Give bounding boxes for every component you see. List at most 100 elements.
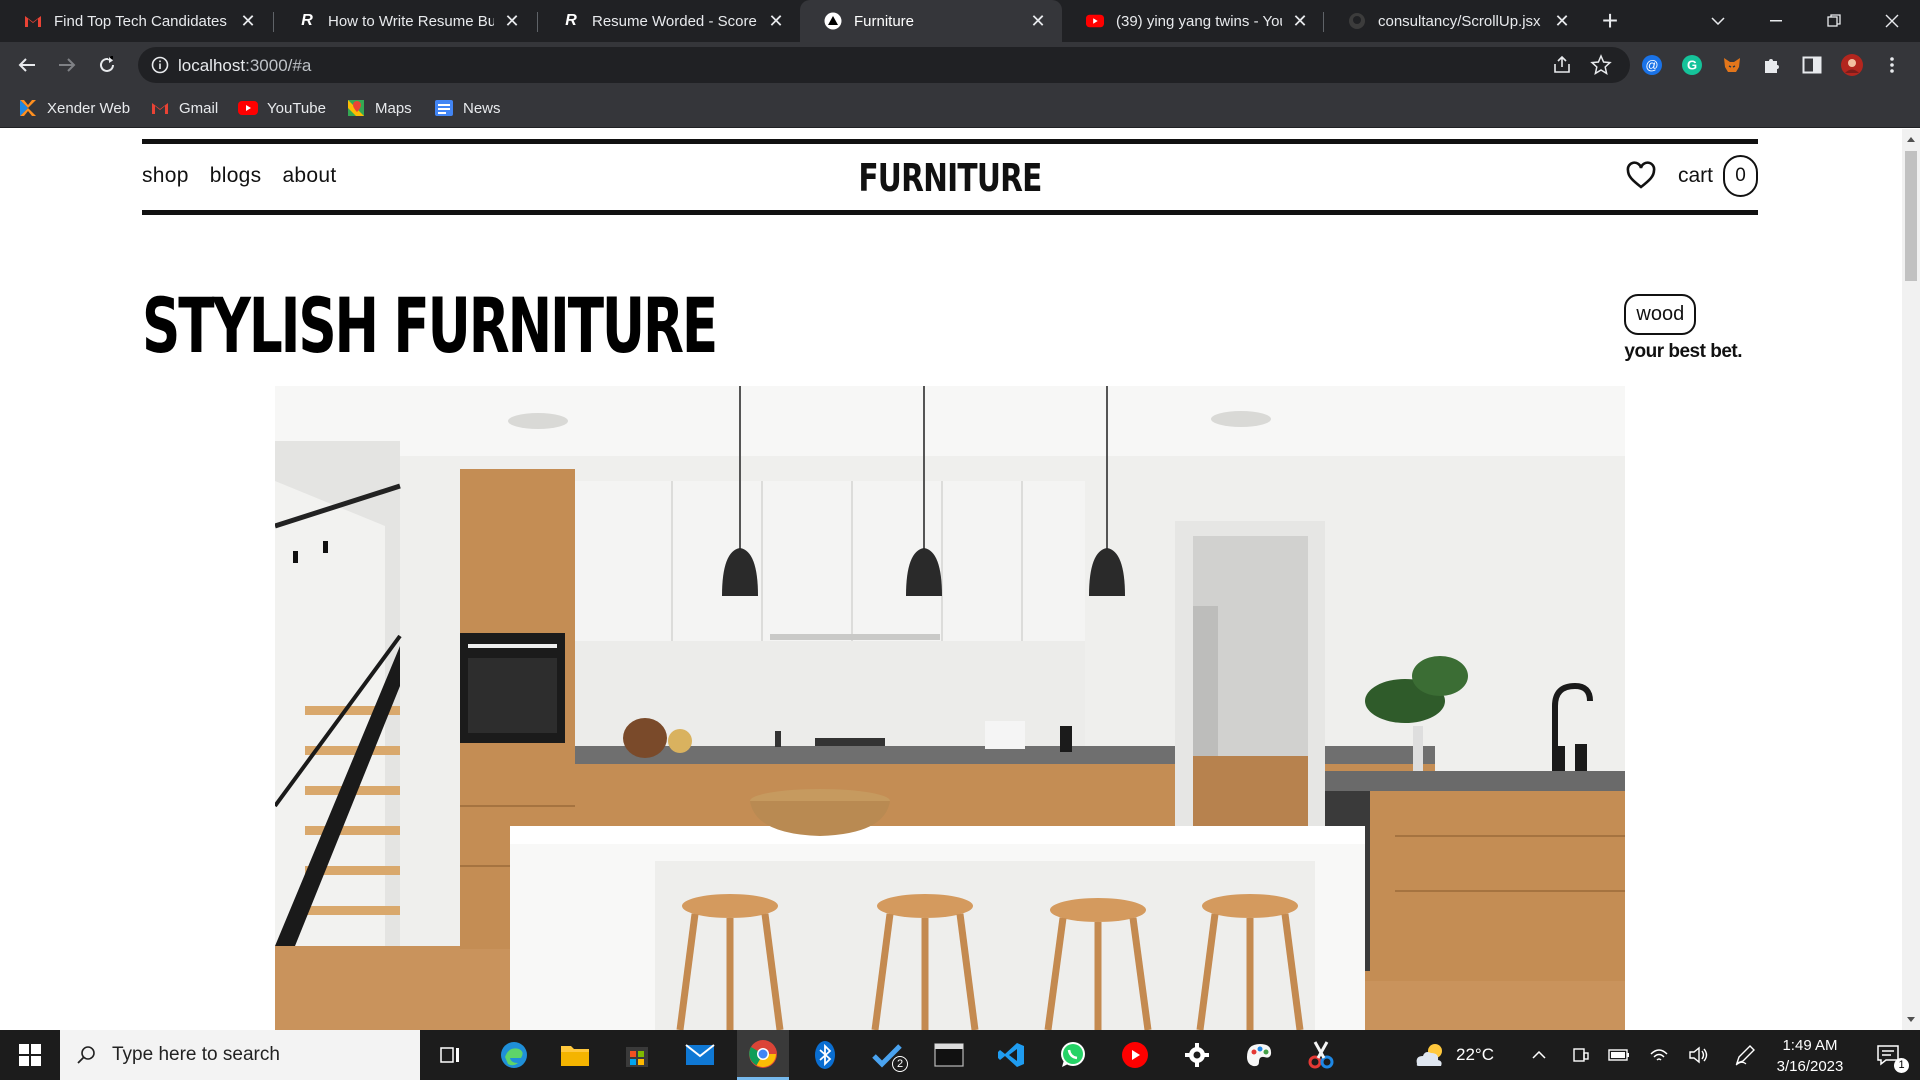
forward-button[interactable] bbox=[52, 50, 82, 80]
clock-date: 3/16/2023 bbox=[1776, 1058, 1844, 1075]
restore-button[interactable] bbox=[1806, 0, 1862, 42]
news-icon bbox=[434, 98, 454, 118]
pen-icon[interactable] bbox=[1732, 1030, 1758, 1080]
close-icon[interactable]: ✕ bbox=[1290, 11, 1310, 31]
edge-icon[interactable] bbox=[489, 1030, 539, 1080]
wood-tag[interactable]: wood bbox=[1624, 294, 1697, 335]
tray-chevron-up-icon[interactable] bbox=[1526, 1030, 1552, 1080]
resume-worded-icon: R bbox=[565, 12, 577, 29]
page-scrollbar[interactable] bbox=[1902, 129, 1920, 1030]
nav-link-blogs[interactable]: blogs bbox=[210, 164, 262, 188]
tab-search-chevron-icon[interactable] bbox=[1690, 0, 1746, 42]
bookmark-gmail[interactable]: Gmail bbox=[150, 96, 218, 120]
material-tag-block: wood your best bet. bbox=[1624, 294, 1742, 363]
notification-center-icon[interactable]: 1 bbox=[1864, 1030, 1912, 1080]
weather-temperature[interactable]: 22°C bbox=[1452, 1030, 1498, 1080]
metamask-icon[interactable] bbox=[1720, 53, 1744, 77]
scroll-down-arrow-icon[interactable] bbox=[1907, 1017, 1915, 1022]
cart-link[interactable]: cart bbox=[1678, 164, 1713, 188]
vscode-icon[interactable] bbox=[986, 1030, 1036, 1080]
close-icon[interactable]: ✕ bbox=[766, 11, 786, 31]
gmail-icon bbox=[24, 12, 42, 30]
whatsapp-icon[interactable] bbox=[1048, 1030, 1098, 1080]
device-icon[interactable] bbox=[1568, 1030, 1594, 1080]
tab-furniture[interactable]: Furniture ✕ bbox=[800, 0, 1062, 42]
bookmarks-bar: Xender Web Gmail YouTube Maps News bbox=[0, 88, 1920, 128]
tab-github[interactable]: consultancy/ScrollUp.jsx at ✕ bbox=[1324, 0, 1586, 42]
taskbar-search-box[interactable]: Type here to search bbox=[60, 1030, 420, 1080]
settings-gear-icon[interactable] bbox=[1172, 1030, 1222, 1080]
microsoft-store-icon[interactable] bbox=[612, 1030, 662, 1080]
bookmark-youtube[interactable]: YouTube bbox=[238, 96, 326, 120]
search-placeholder: Type here to search bbox=[112, 1044, 280, 1065]
file-explorer-icon[interactable] bbox=[550, 1030, 600, 1080]
bookmark-label: YouTube bbox=[267, 99, 326, 117]
extensions-puzzle-icon[interactable] bbox=[1760, 53, 1784, 77]
volume-icon[interactable] bbox=[1686, 1030, 1712, 1080]
nav-link-shop[interactable]: shop bbox=[142, 164, 189, 188]
bookmark-news[interactable]: News bbox=[434, 96, 501, 120]
url-host: localhost bbox=[178, 56, 246, 75]
grammarly-icon[interactable]: G bbox=[1680, 53, 1704, 77]
todo-icon[interactable]: 2 bbox=[862, 1030, 912, 1080]
paint-app-icon[interactable] bbox=[1234, 1030, 1284, 1080]
tab-title: Find Top Tech Candidates - bbox=[54, 12, 230, 30]
brand-logo[interactable]: FURNITURE bbox=[320, 156, 1580, 200]
weather-icon[interactable] bbox=[1410, 1030, 1450, 1080]
windows-logo-icon bbox=[19, 1044, 41, 1066]
scrollbar-thumb[interactable] bbox=[1905, 151, 1917, 281]
at-extension-icon[interactable]: @ bbox=[1640, 53, 1664, 77]
youtube-music-icon[interactable] bbox=[1110, 1030, 1160, 1080]
battery-icon[interactable] bbox=[1606, 1030, 1632, 1080]
wifi-icon[interactable] bbox=[1646, 1030, 1672, 1080]
github-icon bbox=[1348, 12, 1366, 30]
new-tab-button[interactable]: + bbox=[1597, 7, 1623, 35]
terminal-icon[interactable] bbox=[924, 1030, 974, 1080]
side-panel-icon[interactable] bbox=[1800, 53, 1824, 77]
clock-time: 1:49 AM bbox=[1782, 1037, 1838, 1054]
close-icon[interactable]: ✕ bbox=[1552, 11, 1572, 31]
close-icon[interactable]: ✕ bbox=[502, 11, 522, 31]
tab-title: (39) ying yang twins - YouT bbox=[1116, 12, 1282, 30]
scroll-up-arrow-icon[interactable] bbox=[1907, 137, 1915, 142]
snipping-tool-icon[interactable] bbox=[1296, 1030, 1346, 1080]
chrome-taskbar-icon[interactable] bbox=[737, 1030, 789, 1080]
tab-resume-bullets[interactable]: R How to Write Resume Bulle ✕ bbox=[274, 0, 536, 42]
task-view-icon[interactable] bbox=[425, 1030, 475, 1080]
bookmark-label: Maps bbox=[375, 99, 412, 117]
tag-caption: your best bet. bbox=[1624, 341, 1742, 362]
cart-count-badge[interactable]: 0 bbox=[1723, 155, 1758, 197]
minimize-button[interactable] bbox=[1748, 0, 1804, 42]
mail-icon[interactable] bbox=[675, 1030, 725, 1080]
back-button[interactable] bbox=[12, 50, 42, 80]
close-icon[interactable]: ✕ bbox=[238, 11, 258, 31]
tab-resume-worded[interactable]: R Resume Worded - Score My ✕ bbox=[538, 0, 800, 42]
tab-find-top-tech[interactable]: Find Top Tech Candidates - ✕ bbox=[0, 0, 272, 42]
share-icon[interactable] bbox=[1551, 54, 1573, 76]
close-icon[interactable]: ✕ bbox=[1028, 11, 1048, 31]
xender-icon bbox=[18, 98, 38, 118]
heart-icon[interactable] bbox=[1626, 161, 1656, 191]
start-button[interactable] bbox=[0, 1030, 60, 1080]
reload-button[interactable] bbox=[92, 50, 122, 80]
profile-avatar[interactable] bbox=[1840, 53, 1864, 77]
tab-title: How to Write Resume Bulle bbox=[328, 12, 494, 30]
tab-youtube[interactable]: (39) ying yang twins - YouT ✕ bbox=[1062, 0, 1324, 42]
bookmark-star-icon[interactable] bbox=[1590, 54, 1612, 76]
address-bar[interactable]: localhost:3000/#a bbox=[138, 47, 1630, 83]
hero-kitchen-image bbox=[275, 386, 1625, 1030]
hero-title: STYLISH FURNITURE bbox=[142, 281, 718, 370]
main-nav: shop blogs about bbox=[142, 164, 337, 188]
close-window-button[interactable] bbox=[1864, 0, 1920, 42]
bluetooth-icon[interactable] bbox=[800, 1030, 850, 1080]
bookmark-label: Gmail bbox=[179, 99, 219, 117]
taskbar-clock[interactable]: 1:49 AM 3/16/2023 bbox=[1765, 1035, 1855, 1077]
gmail-icon bbox=[150, 98, 170, 118]
browser-toolbar: localhost:3000/#a @ G bbox=[0, 42, 1920, 88]
bookmark-maps[interactable]: Maps bbox=[346, 96, 412, 120]
bookmark-xender-web[interactable]: Xender Web bbox=[18, 96, 130, 120]
info-icon[interactable] bbox=[150, 55, 170, 75]
url-text[interactable]: localhost:3000/#a bbox=[178, 56, 311, 76]
kebab-menu-icon[interactable] bbox=[1880, 53, 1904, 77]
notification-count-badge: 1 bbox=[1894, 1058, 1909, 1073]
